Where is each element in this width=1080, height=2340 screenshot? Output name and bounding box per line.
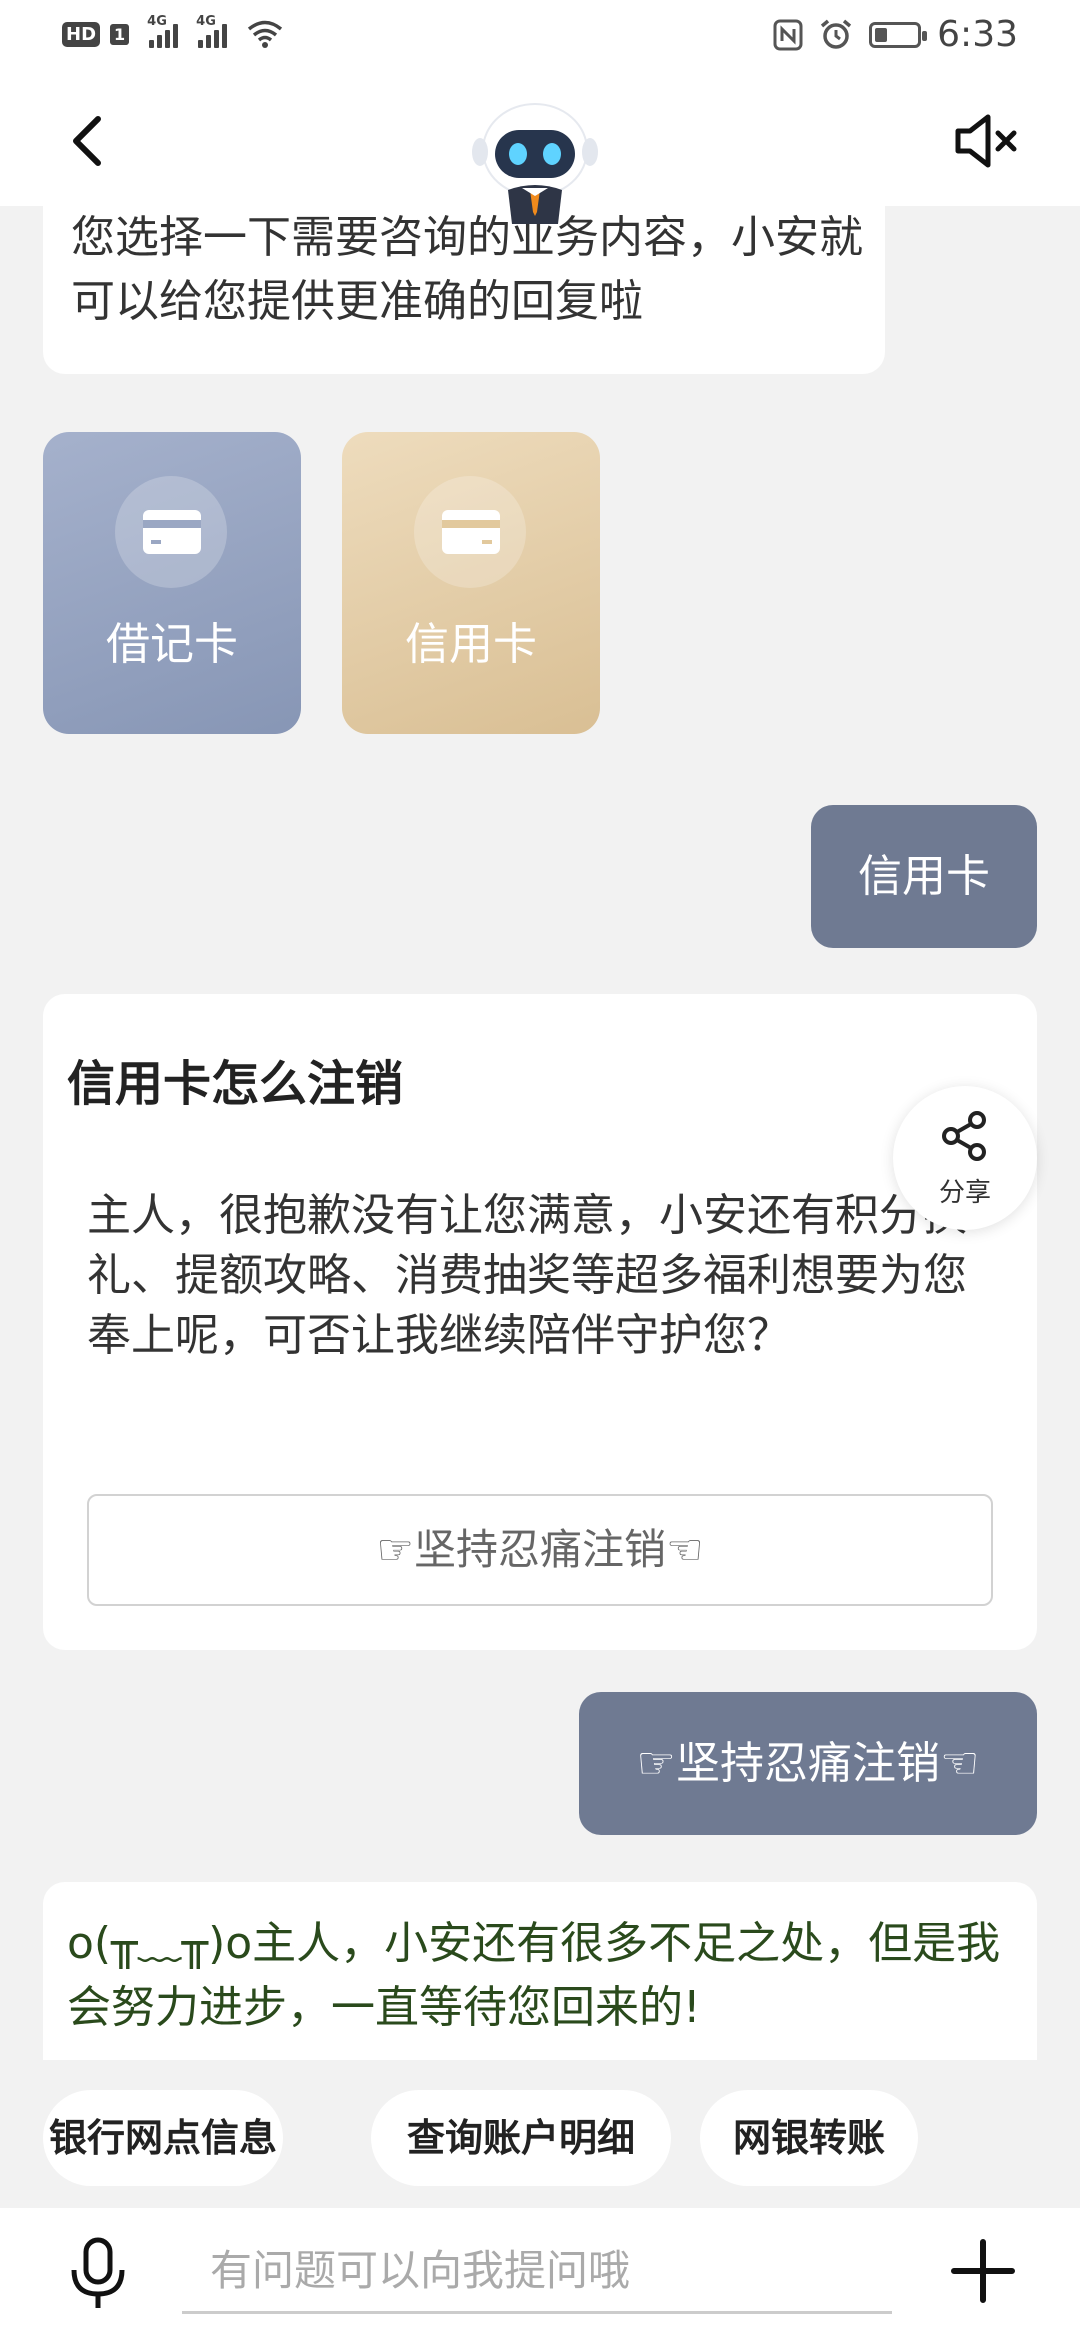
answer-card-text: 主人，很抱歉没有让您满意，小安还有积分换礼、提额攻略、消费抽奖等超多福利想要为您… <box>87 1190 967 1361</box>
option-debit-card[interactable]: 借记卡 <box>43 432 301 734</box>
status-bar: HD 1 4G 4G 6:33 <box>0 0 1080 76</box>
bot-message-last: o(╥﹏╥)o主人，小安还有很多不足之处，但是我会努力进步，一直等待您回来的! <box>43 1882 1037 2060</box>
answer-card-title: 信用卡怎么注销 <box>67 1056 404 1112</box>
confirm-cancel-button[interactable]: ☞坚持忍痛注销☜ <box>87 1494 993 1606</box>
chat-header <box>0 76 1080 224</box>
wifi-icon <box>248 20 283 48</box>
quick-reply-transfer[interactable]: 网银转账 <box>700 2090 918 2186</box>
chevron-left-icon[interactable] <box>60 111 120 171</box>
quick-reply-branch-info[interactable]: 银行网点信息 <box>43 2090 283 2186</box>
network-type-2: 4G <box>196 14 216 29</box>
status-left: HD 1 4G 4G <box>62 14 283 48</box>
network-type-1: 4G <box>147 14 167 29</box>
input-bar <box>0 2208 1080 2340</box>
quick-reply-account-details[interactable]: 查询账户明细 <box>371 2090 671 2186</box>
option-credit-card[interactable]: 信用卡 <box>342 432 600 734</box>
signal-icon-2: 4G <box>196 14 228 48</box>
signal-icon-1: 4G <box>147 14 179 48</box>
card-icon <box>143 510 201 554</box>
microphone-icon[interactable] <box>66 2236 130 2312</box>
quick-replies: 银行网点信息 查询账户明细 网银转账 <box>0 2060 1080 2208</box>
share-button[interactable]: 分享 <box>893 1086 1037 1230</box>
option-icon-wrap <box>115 476 227 588</box>
option-label: 借记卡 <box>106 619 238 670</box>
answer-card: 信用卡怎么注销 主人，很抱歉没有让您满意，小安还有积分换礼、提额攻略、消费抽奖等… <box>43 994 1037 1650</box>
alarm-icon <box>821 19 852 49</box>
user-message-choice: 信用卡 <box>811 805 1037 948</box>
chat-area[interactable]: 您选择一下需要咨询的业务内容，小安就可以给您提供更准确的回复啦 借记卡 信用卡 … <box>0 206 1080 2060</box>
card-icon <box>442 510 500 554</box>
option-label: 信用卡 <box>405 619 537 670</box>
status-right: 6:33 <box>773 14 1018 55</box>
user-message-reply: ☞坚持忍痛注销☜ <box>579 1692 1037 1835</box>
message-input[interactable] <box>182 2230 892 2314</box>
battery-icon <box>869 21 928 48</box>
nfc-icon <box>773 19 803 50</box>
speaker-mute-icon[interactable] <box>952 111 1022 171</box>
plus-icon[interactable] <box>948 2236 1018 2306</box>
robot-avatar <box>472 103 598 224</box>
bot-message-text: o(╥﹏╥)o主人，小安还有很多不足之处，但是我会努力进步，一直等待您回来的! <box>67 1918 1001 2033</box>
sim-badge: 1 <box>110 23 130 45</box>
share-icon <box>942 1111 986 1161</box>
option-icon-wrap <box>414 476 526 588</box>
status-time: 6:33 <box>937 14 1018 55</box>
hd-badge: HD <box>62 21 101 47</box>
share-label: 分享 <box>938 1178 991 1208</box>
